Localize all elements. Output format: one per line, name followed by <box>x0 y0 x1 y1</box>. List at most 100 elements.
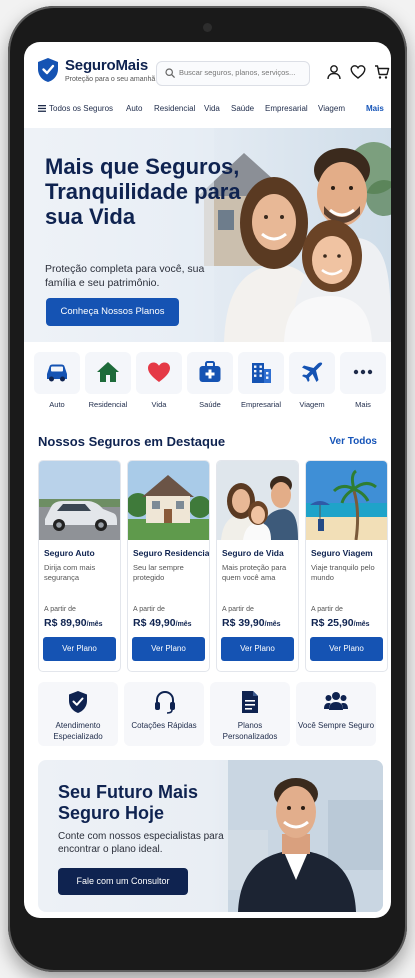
heart-icon <box>148 362 170 382</box>
cart-icon[interactable] <box>374 64 390 80</box>
category-shortcuts: Auto Residencial Vida Saúde Empresarial … <box>24 352 391 424</box>
feature-label: Planos Personalizados <box>222 721 278 741</box>
price-period: /mês <box>86 621 103 628</box>
family-photo-small <box>217 461 298 540</box>
people-icon <box>324 692 348 710</box>
price-value: R$ 89,90 <box>44 617 87 629</box>
category-label: Empresarial <box>240 400 281 409</box>
category-auto[interactable]: Auto <box>34 352 80 416</box>
house-icon <box>97 362 119 382</box>
card-price-prefix: A partir de <box>133 606 165 613</box>
front-camera <box>203 23 212 32</box>
nav-item-saude[interactable]: Saúde <box>231 104 254 113</box>
building-icon <box>252 363 271 383</box>
hero-banner: Mais que Seguros, Tranquilidade para sua… <box>24 128 391 342</box>
hero-title: Mais que Seguros, Tranquilidade para sua… <box>45 154 241 229</box>
card-price-prefix: A partir de <box>311 606 343 613</box>
category-empresarial[interactable]: Empresarial <box>238 352 284 416</box>
price-value: R$ 25,90 <box>311 617 354 629</box>
card-price: R$ 25,90/mês <box>311 617 370 629</box>
feature-custom-plans: Planos Personalizados <box>210 682 290 746</box>
price-period: /mês <box>353 621 370 628</box>
price-period: /mês <box>264 621 281 628</box>
category-viagem[interactable]: Viagem <box>289 352 335 416</box>
card-description: Mais proteção para quem você ama <box>222 563 287 582</box>
category-vida[interactable]: Vida <box>136 352 182 416</box>
category-label: Vida <box>151 400 167 409</box>
car-icon <box>47 364 67 382</box>
category-saude[interactable]: Saúde <box>187 352 233 416</box>
card-description: Viaje tranquilo pelo mundo <box>311 563 375 582</box>
feature-fast-quotes: Cotações Rápidas <box>124 682 204 746</box>
card-price: R$ 39,90/mês <box>222 617 281 629</box>
insurance-card-vida[interactable]: Seguro de Vida Mais proteção para quem v… <box>216 460 299 672</box>
card-title: Seguro Auto <box>44 548 95 558</box>
see-all-link[interactable]: Ver Todos <box>329 436 377 447</box>
logo-shield-icon <box>38 58 58 82</box>
car-photo <box>39 461 120 540</box>
card-title: Seguro Residencial <box>133 548 210 558</box>
category-residencial[interactable]: Residencial <box>85 352 131 416</box>
airplane-icon <box>302 362 323 382</box>
search-box[interactable] <box>156 61 310 86</box>
search-icon <box>165 68 175 78</box>
card-description: Seu lar sempre protegido <box>133 563 184 582</box>
feature-label: Atendimento Especializado <box>53 721 103 741</box>
heart-outline-icon[interactable] <box>350 64 366 80</box>
brand-tagline: Proteção para o seu amanhã <box>65 76 156 83</box>
nav-item-more[interactable]: Mais <box>366 104 384 113</box>
view-plan-button[interactable]: Ver Plano <box>43 637 116 661</box>
house-photo <box>128 461 209 540</box>
shield-check-icon <box>69 691 87 713</box>
view-plan-button[interactable]: Ver Plano <box>132 637 205 661</box>
menu-icon <box>38 105 46 112</box>
nav-item-empresarial[interactable]: Empresarial <box>265 104 308 113</box>
insurance-card-viagem[interactable]: Seguro Viagem Viaje tranquilo pelo mundo… <box>305 460 388 672</box>
view-plan-button[interactable]: Ver Plano <box>310 637 383 661</box>
category-more[interactable]: Mais <box>340 352 386 416</box>
consultant-banner: Seu Futuro Mais Seguro Hoje Conte com no… <box>38 760 383 912</box>
category-label: Viagem <box>299 400 325 409</box>
consultant-photo <box>228 760 383 912</box>
search-input[interactable] <box>179 64 303 81</box>
phone-frame: SeguroMais Proteção para o seu amanhã Bu… <box>8 6 407 972</box>
hero-cta-button[interactable]: Conheça Nossos Planos <box>46 298 179 326</box>
nav-item-vida[interactable]: Vida <box>204 104 220 113</box>
view-plan-button[interactable]: Ver Plano <box>221 637 294 661</box>
card-title: Seguro Viagem <box>311 548 373 558</box>
featured-section-title: Nossos Seguros em Destaque <box>38 434 226 449</box>
hero-subtitle: Proteção completa para você, sua família… <box>45 263 205 289</box>
medical-kit-icon <box>199 361 221 382</box>
price-value: R$ 39,90 <box>222 617 265 629</box>
feature-label: Você Sempre Seguro <box>297 721 375 730</box>
headset-icon <box>155 690 175 714</box>
main-nav: Todos os Seguros Auto Residencial Vida S… <box>24 92 391 124</box>
banner-title: Seu Futuro Mais Seguro Hoje <box>58 782 199 823</box>
insurance-card-auto[interactable]: Seguro Auto Dirija com mais segurança A … <box>38 460 121 672</box>
price-period: /mês <box>175 621 192 628</box>
feature-specialized-support: Atendimento Especializado <box>38 682 118 746</box>
nav-all-label: Todos os Seguros <box>49 104 114 113</box>
brand-name[interactable]: SeguroMais <box>65 57 148 74</box>
app-screen: SeguroMais Proteção para o seu amanhã Bu… <box>24 42 391 918</box>
nav-item-residencial[interactable]: Residencial <box>154 104 195 113</box>
category-label: Mais <box>355 400 371 409</box>
document-icon <box>242 691 258 713</box>
nav-item-auto[interactable]: Auto <box>126 104 142 113</box>
nav-item-viagem[interactable]: Viagem <box>318 104 345 113</box>
card-title: Seguro de Vida <box>222 548 284 558</box>
more-dots-icon <box>353 369 373 375</box>
insurance-card-residencial[interactable]: Seguro Residencial Seu lar sempre proteg… <box>127 460 210 672</box>
contact-consultant-button[interactable]: Fale com um Consultor <box>58 868 188 895</box>
price-value: R$ 49,90 <box>133 617 176 629</box>
nav-all-insurances[interactable]: Todos os Seguros <box>38 104 113 113</box>
category-label: Auto <box>49 400 65 409</box>
category-label: Saúde <box>199 400 221 409</box>
banner-subtitle: Conte com nossos especialistas para enco… <box>58 831 224 855</box>
card-price-prefix: A partir de <box>44 606 76 613</box>
beach-photo <box>306 461 387 540</box>
feature-label: Cotações Rápidas <box>131 721 197 730</box>
feature-always-safe: Você Sempre Seguro <box>296 682 376 746</box>
app-header: SeguroMais Proteção para o seu amanhã <box>24 42 391 92</box>
user-icon[interactable] <box>326 64 342 80</box>
